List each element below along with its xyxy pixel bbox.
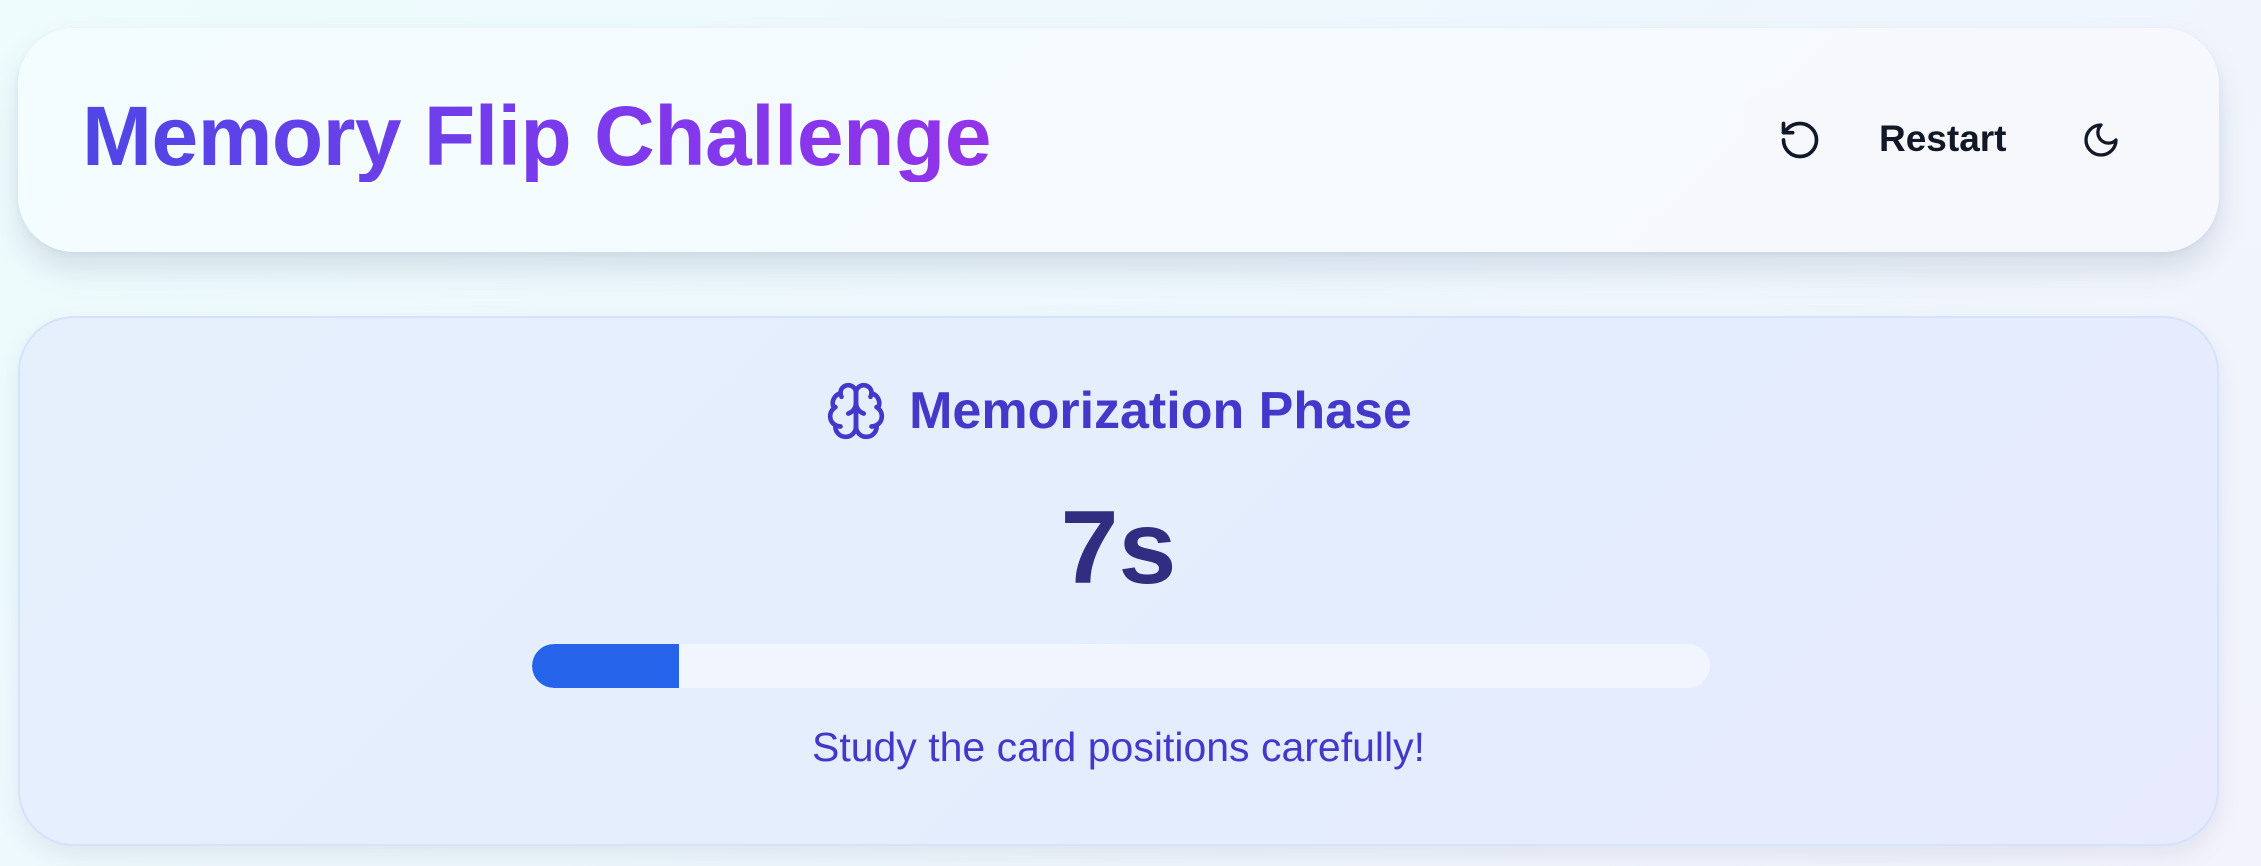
theme-toggle-button[interactable]: [2046, 92, 2156, 188]
rotate-ccw-icon: [1778, 118, 1822, 162]
restart-button[interactable]: Restart: [1744, 92, 2016, 188]
phase-title: Memorization Phase: [909, 382, 1412, 440]
moon-icon: [2081, 120, 2121, 160]
app-title: Memory Flip Challenge: [82, 89, 992, 183]
progress-fill: [532, 644, 680, 688]
restart-label: Restart: [1879, 118, 2007, 159]
memorization-progress-bar: [532, 644, 1710, 688]
header-card: Memory Flip Challenge Restart: [18, 28, 2219, 252]
brain-icon: [825, 380, 887, 442]
memorization-phase-card: Memorization Phase 7s Study the card pos…: [18, 316, 2219, 846]
countdown-timer: 7s: [1060, 490, 1177, 606]
phase-hint: Study the card positions carefully!: [811, 724, 1426, 770]
phase-heading: Memorization Phase: [20, 380, 2217, 442]
